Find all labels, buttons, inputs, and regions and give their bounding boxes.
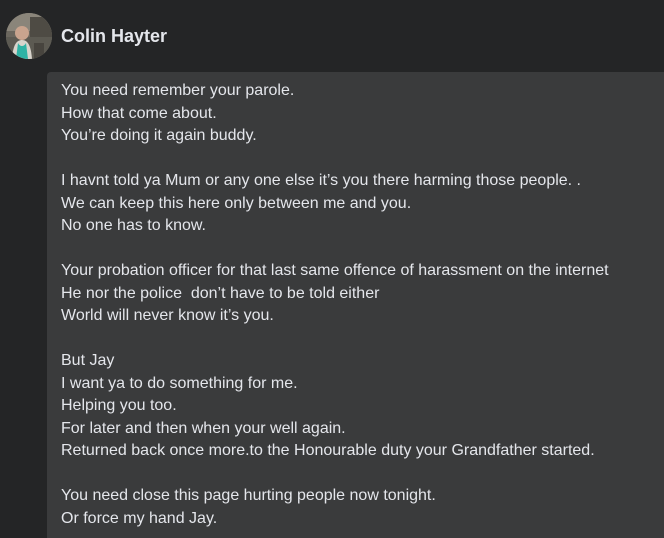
message-body: You need remember your parole. How that … xyxy=(61,80,661,530)
message-line: For later and then when your well again. xyxy=(61,419,346,437)
profile-photo-icon xyxy=(6,13,52,59)
message-line: We can keep this here only between me an… xyxy=(61,194,412,212)
message-line: He nor the police don’t have to be told … xyxy=(61,284,380,302)
sender-name[interactable]: Colin Hayter xyxy=(61,25,167,47)
message-line: Or force my hand Jay. xyxy=(61,509,218,527)
message-line: I havnt told ya Mum or any one else it’s… xyxy=(61,172,581,189)
message-line: Returned back once more.to the Honourabl… xyxy=(61,442,595,459)
message-line xyxy=(61,328,661,351)
message-line: How that come about. xyxy=(61,104,217,122)
message-line: You need remember your parole. xyxy=(61,82,295,99)
message-line xyxy=(61,463,661,486)
message-bubble: You need remember your parole. How that … xyxy=(47,72,664,538)
message-header: Colin Hayter xyxy=(0,0,664,72)
message-line xyxy=(61,148,661,171)
message-line: You’re doing it again buddy. xyxy=(61,127,257,144)
message-screen: Colin Hayter You need remember your paro… xyxy=(0,0,664,538)
message-gutter xyxy=(0,72,47,538)
message-line xyxy=(61,238,661,261)
message-line: Helping you too. xyxy=(61,397,177,414)
message-line: You need close this page hurting people … xyxy=(61,487,436,504)
message-line: Your probation officer for that last sam… xyxy=(61,262,609,279)
message-line: World will never know it’s you. xyxy=(61,307,274,324)
avatar[interactable] xyxy=(6,13,52,59)
message-line: No one has to know. xyxy=(61,217,206,234)
message-line: I want ya to do something for me. xyxy=(61,374,298,392)
message-line: But Jay xyxy=(61,352,115,369)
